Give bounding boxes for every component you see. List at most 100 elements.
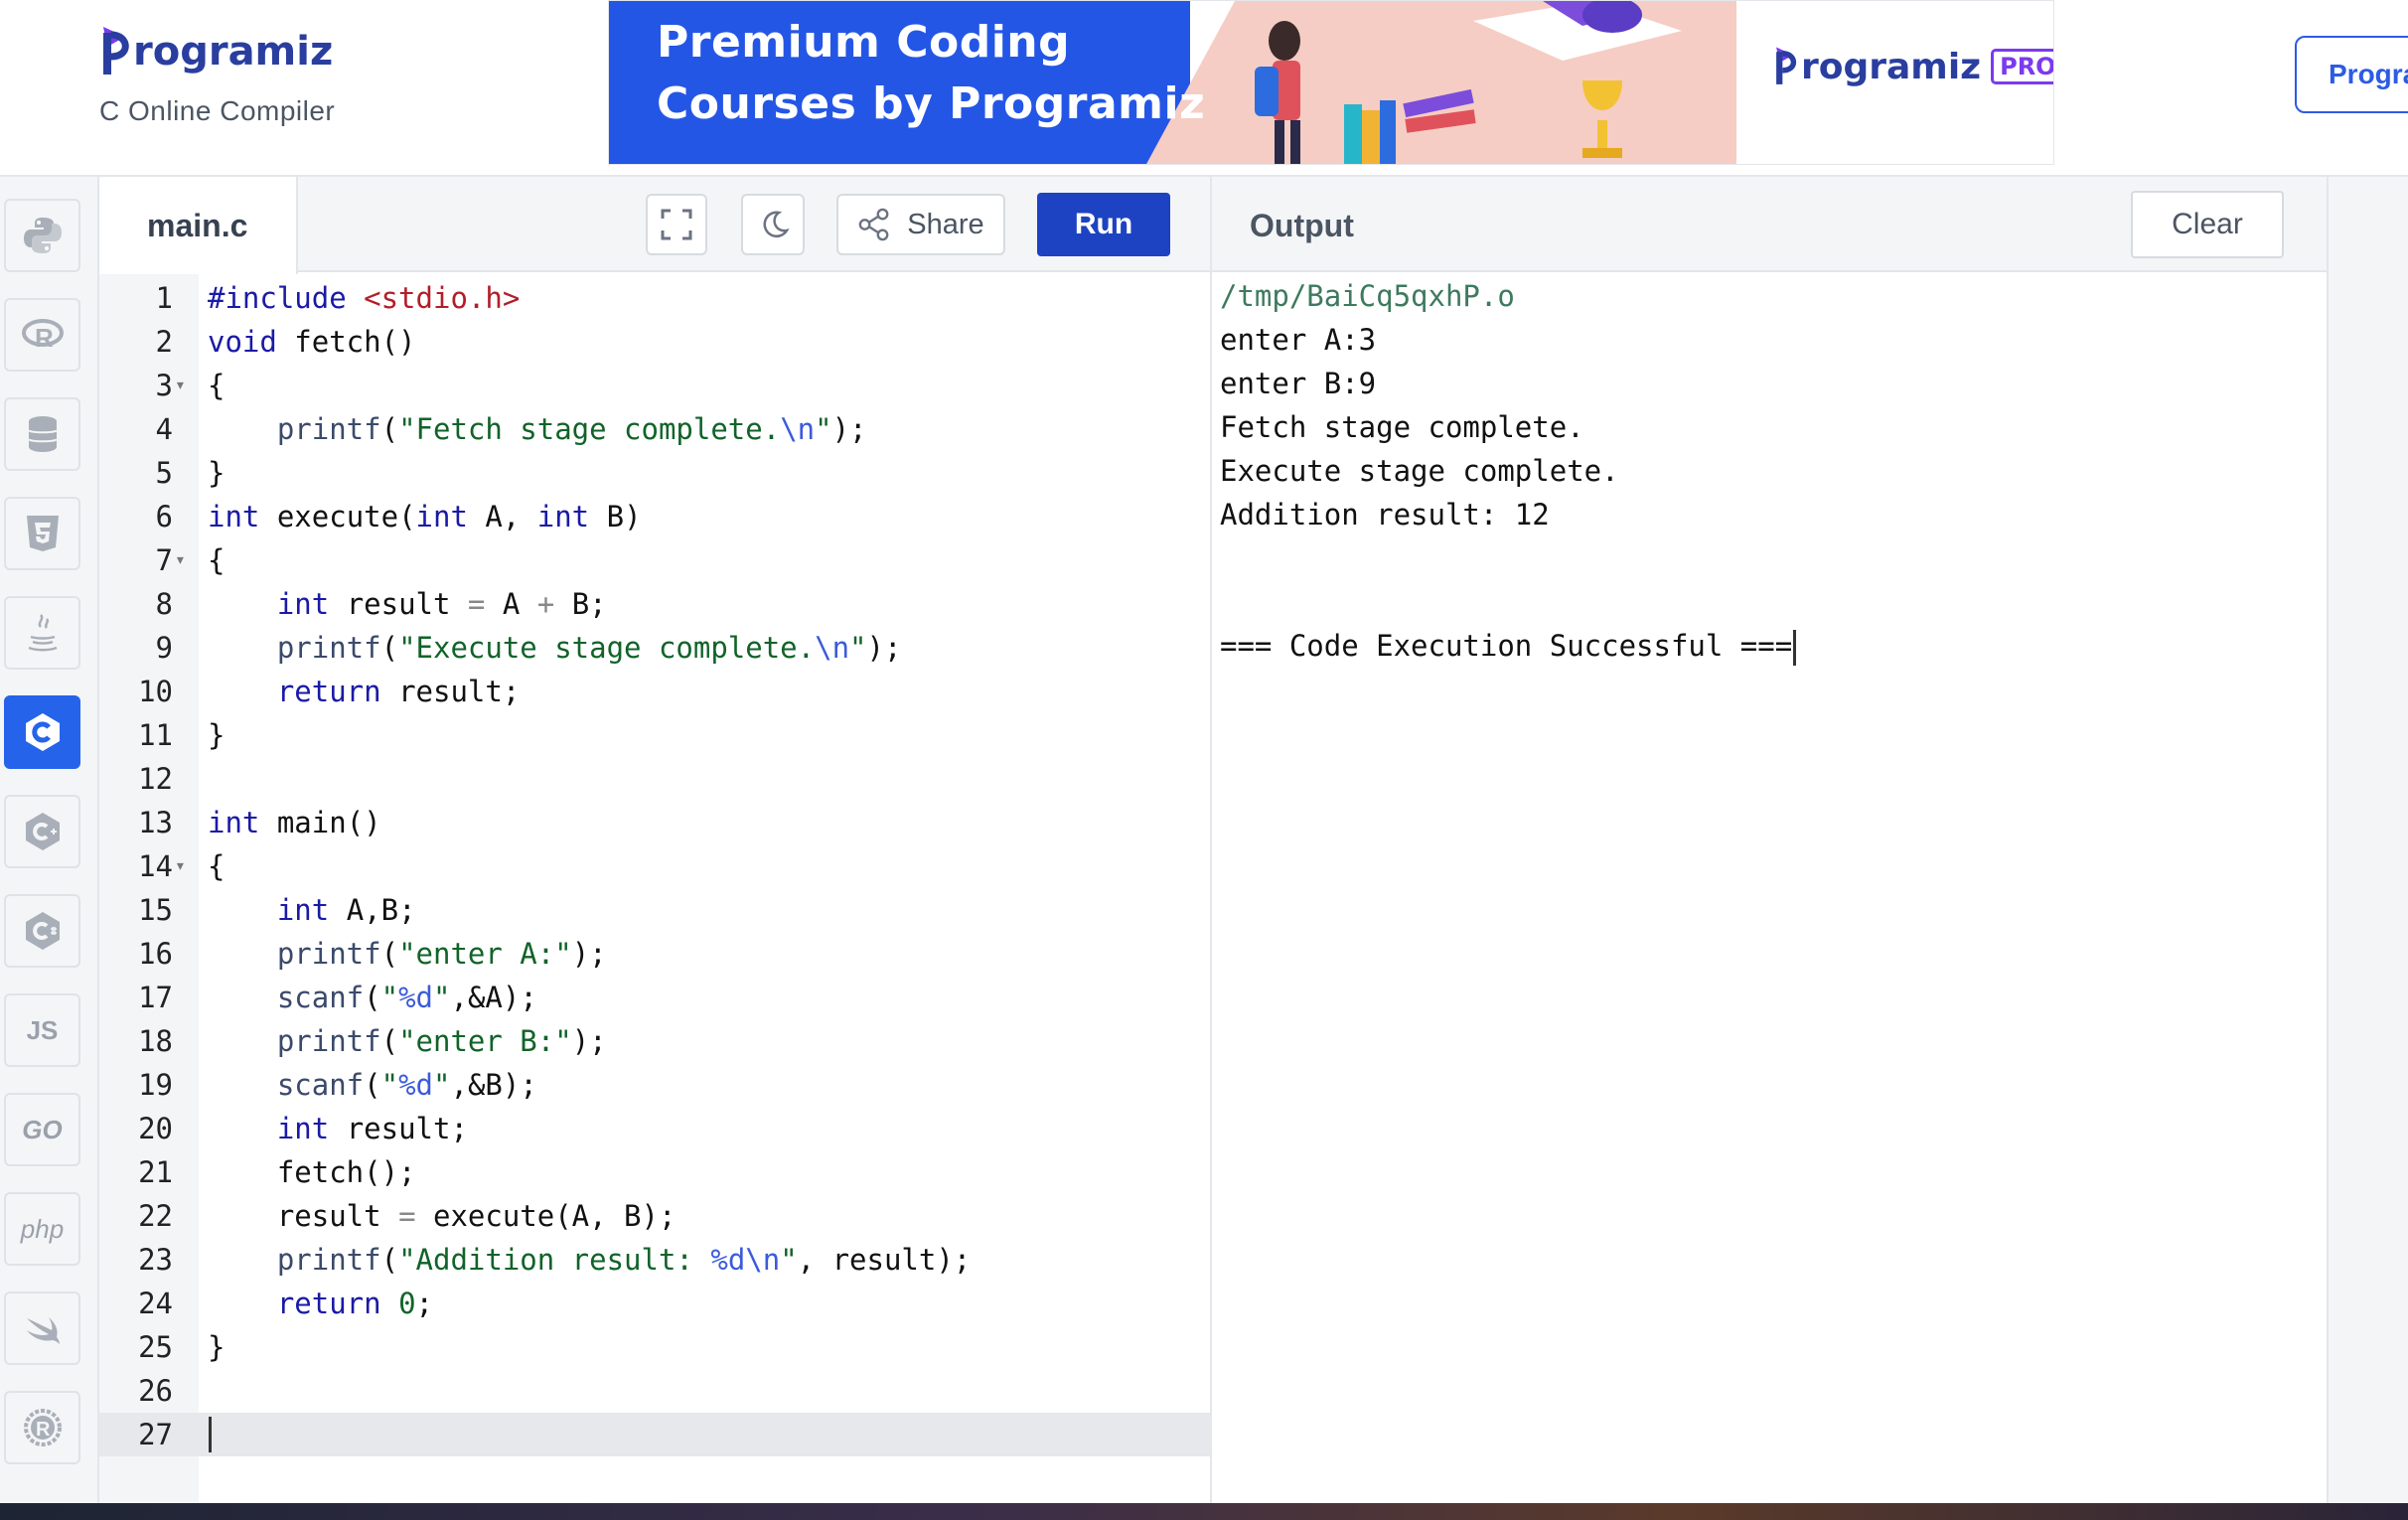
line-number: 21	[138, 1155, 173, 1189]
code-text: printf("enter B:");	[276, 1024, 607, 1058]
line-number: 14	[138, 849, 173, 883]
code-line[interactable]: 13 int main()	[99, 801, 1210, 844]
code-text: return result;	[276, 675, 521, 708]
code-line[interactable]: 11}	[99, 713, 1210, 757]
code-line[interactable]: 20 int result;	[99, 1107, 1210, 1150]
code-text: int result;	[276, 1112, 468, 1145]
line-number: 5	[155, 456, 173, 490]
output-line: enter B:9	[1220, 367, 1377, 400]
line-number: 17	[138, 981, 173, 1014]
moon-icon	[763, 211, 790, 237]
code-line[interactable]: 15 int A,B;	[99, 888, 1210, 932]
pro-badge: PRO	[1991, 49, 2053, 84]
lang-python[interactable]	[4, 199, 80, 272]
lang-go[interactable]: GO	[4, 1093, 80, 1166]
code-line[interactable]: 18 printf("enter B:");	[99, 1019, 1210, 1063]
lang-html[interactable]	[4, 497, 80, 570]
language-sidebar: R JS GO php R	[0, 177, 99, 1503]
code-line[interactable]: 9 printf("Execute stage complete.\n");	[99, 626, 1210, 670]
share-button[interactable]: Share	[836, 194, 1005, 255]
python-icon	[23, 218, 62, 253]
lang-c[interactable]	[4, 695, 80, 769]
code-line[interactable]: 24 return 0;	[99, 1282, 1210, 1325]
fullscreen-button[interactable]	[646, 194, 707, 255]
code-line[interactable]: 25}	[99, 1325, 1210, 1369]
theme-toggle-button[interactable]	[741, 194, 805, 255]
line-number: 2	[155, 325, 173, 359]
code-line[interactable]: 3 ▾ {	[99, 364, 1210, 407]
code-line[interactable]: 21 fetch();	[99, 1150, 1210, 1194]
fold-arrow-icon[interactable]: ▾	[175, 844, 193, 888]
editor-toolbar: main.c Share Run	[99, 177, 1210, 274]
php-icon: php	[20, 1213, 65, 1244]
code-text: printf("Addition result: %d\n", result);	[276, 1243, 972, 1277]
line-number: 15	[138, 893, 173, 927]
code-text: result = execute(A, B);	[208, 1199, 677, 1233]
share-label: Share	[907, 208, 984, 240]
code-text: scanf("%d",&A);	[276, 981, 537, 1014]
code-line[interactable]: 10 return result;	[99, 670, 1210, 713]
console-cursor	[1793, 630, 1797, 666]
fold-arrow-icon[interactable]: ▾	[175, 364, 193, 407]
code-area[interactable]: 1 #include <stdio.h> 2 void fetch() 3 ▾{4 pri…	[99, 274, 1210, 1503]
line-number: 6	[155, 500, 173, 533]
line-number: 26	[138, 1374, 173, 1408]
js-icon: JS	[26, 1014, 59, 1045]
promo-banner[interactable]: Premium Coding Courses by Programiz rogr…	[608, 0, 2054, 165]
code-line[interactable]: 19 scanf("%d",&B);	[99, 1063, 1210, 1107]
r-icon: R	[21, 319, 64, 353]
lang-r[interactable]: R	[4, 298, 80, 372]
lang-cpp[interactable]	[4, 795, 80, 868]
programiz-logo-icon	[1776, 47, 1797, 84]
output-console[interactable]: /tmp/BaiCq5qxhP.o enter A:3 enter B:9 Fetch…	[1220, 274, 2323, 668]
code-line[interactable]: 16 printf("enter A:");	[99, 932, 1210, 976]
code-text: return 0;	[276, 1287, 434, 1320]
line-number: 27	[138, 1418, 173, 1451]
top-header: rogramiz C Online Compiler Premium Codin…	[0, 0, 2408, 177]
code-text: int result = A + B;	[276, 587, 607, 621]
file-tab-main-c[interactable]: main.c	[99, 177, 298, 274]
lang-php[interactable]: php	[4, 1192, 80, 1266]
code-line[interactable]: 4 printf("Fetch stage complete.\n");	[99, 407, 1210, 451]
code-line[interactable]: 23 printf("Addition result: %d\n", resul…	[99, 1238, 1210, 1282]
line-number: 19	[138, 1068, 173, 1102]
code-text: }	[208, 456, 226, 490]
swift-icon	[26, 1317, 60, 1344]
code-line[interactable]: 14 ▾ {	[99, 844, 1210, 888]
lang-js[interactable]: JS	[4, 993, 80, 1067]
lang-csharp[interactable]	[4, 894, 80, 968]
lang-sql[interactable]	[4, 397, 80, 471]
line-number: 9	[155, 631, 173, 665]
code-line[interactable]: 17 scanf("%d",&A);	[99, 976, 1210, 1019]
svg-text:R: R	[35, 323, 54, 353]
run-button[interactable]: Run	[1037, 193, 1170, 256]
desktop-strip	[0, 1503, 2408, 1520]
lang-swift[interactable]	[4, 1292, 80, 1365]
code-line[interactable]: 5}	[99, 451, 1210, 495]
code-line[interactable]: 12	[99, 757, 1210, 801]
output-binary-path: /tmp/BaiCq5qxhP.o	[1220, 279, 1515, 313]
code-text: }	[208, 1330, 226, 1364]
code-line[interactable]: 8 int result = A + B;	[99, 582, 1210, 626]
lang-java[interactable]	[4, 596, 80, 670]
code-line[interactable]: 26	[99, 1369, 1210, 1413]
code-line[interactable]: 6 int execute(int A, int B)	[99, 495, 1210, 538]
code-line[interactable]: 1 #include <stdio.h>	[99, 276, 1210, 320]
code-line[interactable]: 27	[99, 1413, 1210, 1456]
cpp-icon	[25, 813, 60, 850]
lang-rust[interactable]: R	[4, 1391, 80, 1464]
programiz-logo[interactable]: rogramiz	[99, 20, 333, 83]
code-text: int A,B;	[276, 893, 416, 927]
code-line[interactable]: 2 void fetch()	[99, 320, 1210, 364]
line-number: 23	[138, 1243, 173, 1277]
clear-button[interactable]: Clear	[2131, 191, 2284, 258]
line-number: 11	[138, 718, 173, 752]
banner-programiz-pro-logo: rogramiz PRO	[1773, 43, 2053, 90]
code-line[interactable]: 7 ▾ {	[99, 538, 1210, 582]
programiz-pro-button[interactable]: Progra	[2295, 36, 2408, 113]
fold-arrow-icon[interactable]: ▾	[175, 538, 193, 582]
code-line[interactable]: 22 result = execute(A, B);	[99, 1194, 1210, 1238]
rust-icon: R	[23, 1409, 62, 1446]
output-line: Addition result: 12	[1220, 498, 1550, 532]
